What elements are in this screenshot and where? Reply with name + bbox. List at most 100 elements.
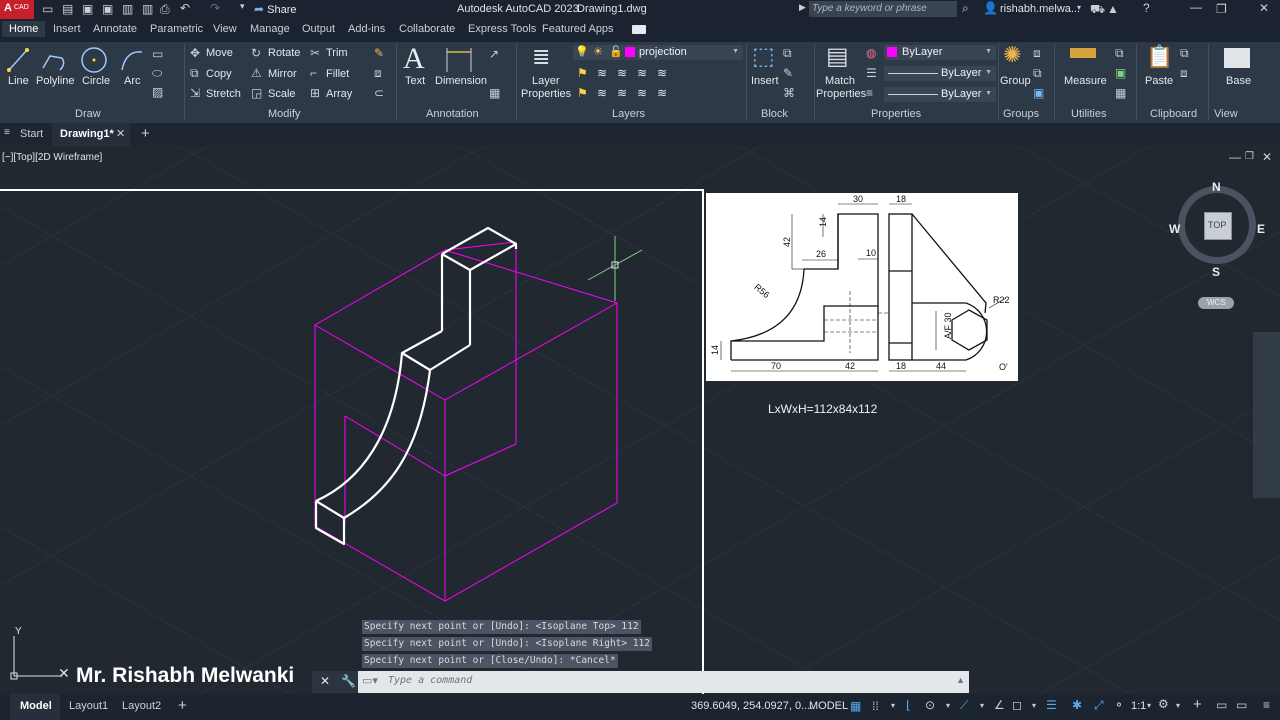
app-logo[interactable]: A CAD xyxy=(0,0,34,19)
fillet-button[interactable]: Fillet xyxy=(326,68,349,80)
trim-button[interactable]: Trim xyxy=(326,47,348,59)
new-layout-icon[interactable]: + xyxy=(178,697,187,714)
create-block-icon[interactable]: ⧉ xyxy=(783,46,792,61)
user-name[interactable]: rishabh.melwa... xyxy=(1000,3,1080,15)
close-icon[interactable]: ✕ xyxy=(1259,1,1269,15)
layer-tool-icon[interactable]: ≋ xyxy=(637,66,647,80)
layers-panel-title[interactable]: Layers xyxy=(612,108,645,120)
new-icon[interactable]: ▭ xyxy=(42,2,53,16)
save-as-icon[interactable]: ▣ xyxy=(102,2,113,16)
viewport-restore-icon[interactable]: ❐ xyxy=(1245,151,1254,162)
utilities-panel-title[interactable]: Utilities xyxy=(1071,108,1106,120)
viewport-minimize-icon[interactable]: — xyxy=(1229,150,1241,164)
hardware-acceleration-icon[interactable]: ▭ xyxy=(1216,698,1227,712)
copy-clip-icon[interactable]: ⧉ xyxy=(1180,46,1189,61)
user-icon[interactable]: 👤 xyxy=(983,1,998,15)
lineweight-toggle-icon[interactable]: ☰ xyxy=(1046,698,1057,712)
layer-tool-icon[interactable]: ≋ xyxy=(657,66,667,80)
match-properties-button[interactable]: Match xyxy=(825,75,855,87)
share-button[interactable]: ➦ Share xyxy=(254,2,296,16)
circle-button[interactable]: Circle xyxy=(82,75,110,87)
save-icon[interactable]: ▣ xyxy=(82,2,93,16)
array-button[interactable]: Array xyxy=(326,88,352,100)
layer-tool-icon[interactable]: ≋ xyxy=(617,66,627,80)
draw-panel-title[interactable]: Draw xyxy=(75,108,101,120)
menu-icon[interactable]: ≡ xyxy=(4,127,10,138)
undo-icon[interactable]: ↶ xyxy=(180,1,190,15)
layer-tool-icon[interactable]: ≋ xyxy=(597,66,607,80)
new-tab-icon[interactable]: + xyxy=(141,125,150,142)
linetype-dropdown[interactable]: ByLayer ▼ xyxy=(884,66,996,81)
projection-box[interactable] xyxy=(314,241,618,602)
workspace-chevron-icon[interactable]: ▾ xyxy=(1176,701,1180,710)
mirror-button[interactable]: Mirror xyxy=(268,68,297,80)
hatch-icon[interactable]: ▨ xyxy=(152,85,163,99)
customize-icon[interactable]: ▾ xyxy=(240,1,245,12)
annotation-scale[interactable]: 1:1 xyxy=(1131,700,1146,712)
tab-manage[interactable]: Manage xyxy=(250,23,290,35)
tab-annotate[interactable]: Annotate xyxy=(93,23,137,35)
clean-screen-icon[interactable]: ▭ xyxy=(1236,698,1247,712)
snap-chevron-icon[interactable]: ▾ xyxy=(891,701,895,710)
viewcube-top-face[interactable]: TOP xyxy=(1204,212,1232,240)
polar-chevron-icon[interactable]: ▾ xyxy=(946,701,950,710)
line-button[interactable]: Line xyxy=(8,75,29,87)
rotate-button[interactable]: Rotate xyxy=(268,47,300,59)
isodraft-icon[interactable]: ⟋ xyxy=(960,698,968,713)
help-icon[interactable]: ? xyxy=(1143,1,1150,15)
text-button[interactable]: Text xyxy=(405,75,425,87)
annotation-visibility-icon[interactable]: ⚬ xyxy=(1114,698,1124,712)
customize-status-icon[interactable]: ≡ xyxy=(1263,698,1270,712)
grid-icon[interactable]: ▦ xyxy=(850,699,861,713)
explode-icon[interactable]: ⧈ xyxy=(374,66,382,81)
isodraft-chevron-icon[interactable]: ▾ xyxy=(980,701,984,710)
layer-tool-icon[interactable]: ⚑ xyxy=(577,66,588,80)
tab-drawing1[interactable]: Drawing1* ✕ xyxy=(52,123,130,146)
viewport-close-icon[interactable]: ✕ xyxy=(1262,150,1272,164)
view-panel-title[interactable]: View xyxy=(1214,108,1238,120)
groups-panel-title[interactable]: Groups xyxy=(1003,108,1039,120)
polar-icon[interactable]: ⊙ xyxy=(925,698,935,712)
search-icon[interactable]: ⌕ xyxy=(962,1,969,16)
layer-properties-button[interactable]: Layer xyxy=(532,75,560,87)
erase-icon[interactable]: ✎ xyxy=(374,46,384,60)
insert-button[interactable]: Insert xyxy=(751,75,779,87)
open-web-icon[interactable]: ▥ xyxy=(122,2,133,16)
wcs-menu[interactable]: WCS xyxy=(1198,297,1234,309)
model-space-toggle[interactable]: MODEL xyxy=(809,700,848,712)
layer-tool-icon[interactable]: ≋ xyxy=(597,86,607,100)
layout-tab-layout1[interactable]: Layout1 xyxy=(69,700,108,712)
leader-icon[interactable]: ↗ xyxy=(489,47,499,61)
move-button[interactable]: Move xyxy=(206,47,233,59)
drawing-viewport[interactable]: [−][Top][2D Wireframe] — ❐ ✕ 30 18 14 42… xyxy=(0,146,1280,694)
match-properties-button-line2[interactable]: Properties xyxy=(816,88,866,100)
layer-tool-icon[interactable]: ⚑ xyxy=(577,86,588,100)
compass-north[interactable]: N xyxy=(1212,180,1221,194)
search-expand-icon[interactable]: ▶ xyxy=(799,2,806,13)
search-input[interactable]: Type a keyword or phrase xyxy=(809,1,957,17)
arc-button[interactable]: Arc xyxy=(124,75,141,87)
save-web-icon[interactable]: ▥ xyxy=(142,2,153,16)
object-snap-chevron-icon[interactable]: ▾ xyxy=(1032,701,1036,710)
ungroup-icon[interactable]: ⧈ xyxy=(1033,46,1041,61)
select-all-icon[interactable]: ▣ xyxy=(1115,66,1126,80)
redo-icon[interactable]: ↷ xyxy=(210,1,220,15)
table-icon[interactable]: ▦ xyxy=(489,86,500,100)
clipboard-panel-title[interactable]: Clipboard xyxy=(1150,108,1197,120)
command-line[interactable]: ✕ 🔧 ▭▾ Type a command ▲ xyxy=(312,671,969,693)
compass-south[interactable]: S xyxy=(1212,265,1220,279)
paste-button[interactable]: Paste xyxy=(1145,75,1173,87)
cart-icon[interactable]: ⛟ xyxy=(1090,2,1105,18)
copy-button[interactable]: Copy xyxy=(206,68,232,80)
object-snap-icon[interactable]: ◻ xyxy=(1012,698,1022,712)
restore-icon[interactable]: ❐ xyxy=(1216,2,1227,16)
tab-express-tools[interactable]: Express Tools xyxy=(468,23,536,35)
cut-icon[interactable]: ⧈ xyxy=(1180,66,1188,81)
modify-panel-title[interactable]: Modify xyxy=(268,108,300,120)
layer-tool-icon[interactable]: ≋ xyxy=(637,86,647,100)
open-icon[interactable]: ▤ xyxy=(62,2,73,16)
autodesk-app-icon[interactable]: ▲ xyxy=(1107,2,1119,16)
scale-chevron-icon[interactable]: ▾ xyxy=(1147,701,1151,710)
snap-icon[interactable]: ⁞⁞ xyxy=(872,699,879,713)
viewcube[interactable]: TOP N S W E xyxy=(1169,180,1265,279)
